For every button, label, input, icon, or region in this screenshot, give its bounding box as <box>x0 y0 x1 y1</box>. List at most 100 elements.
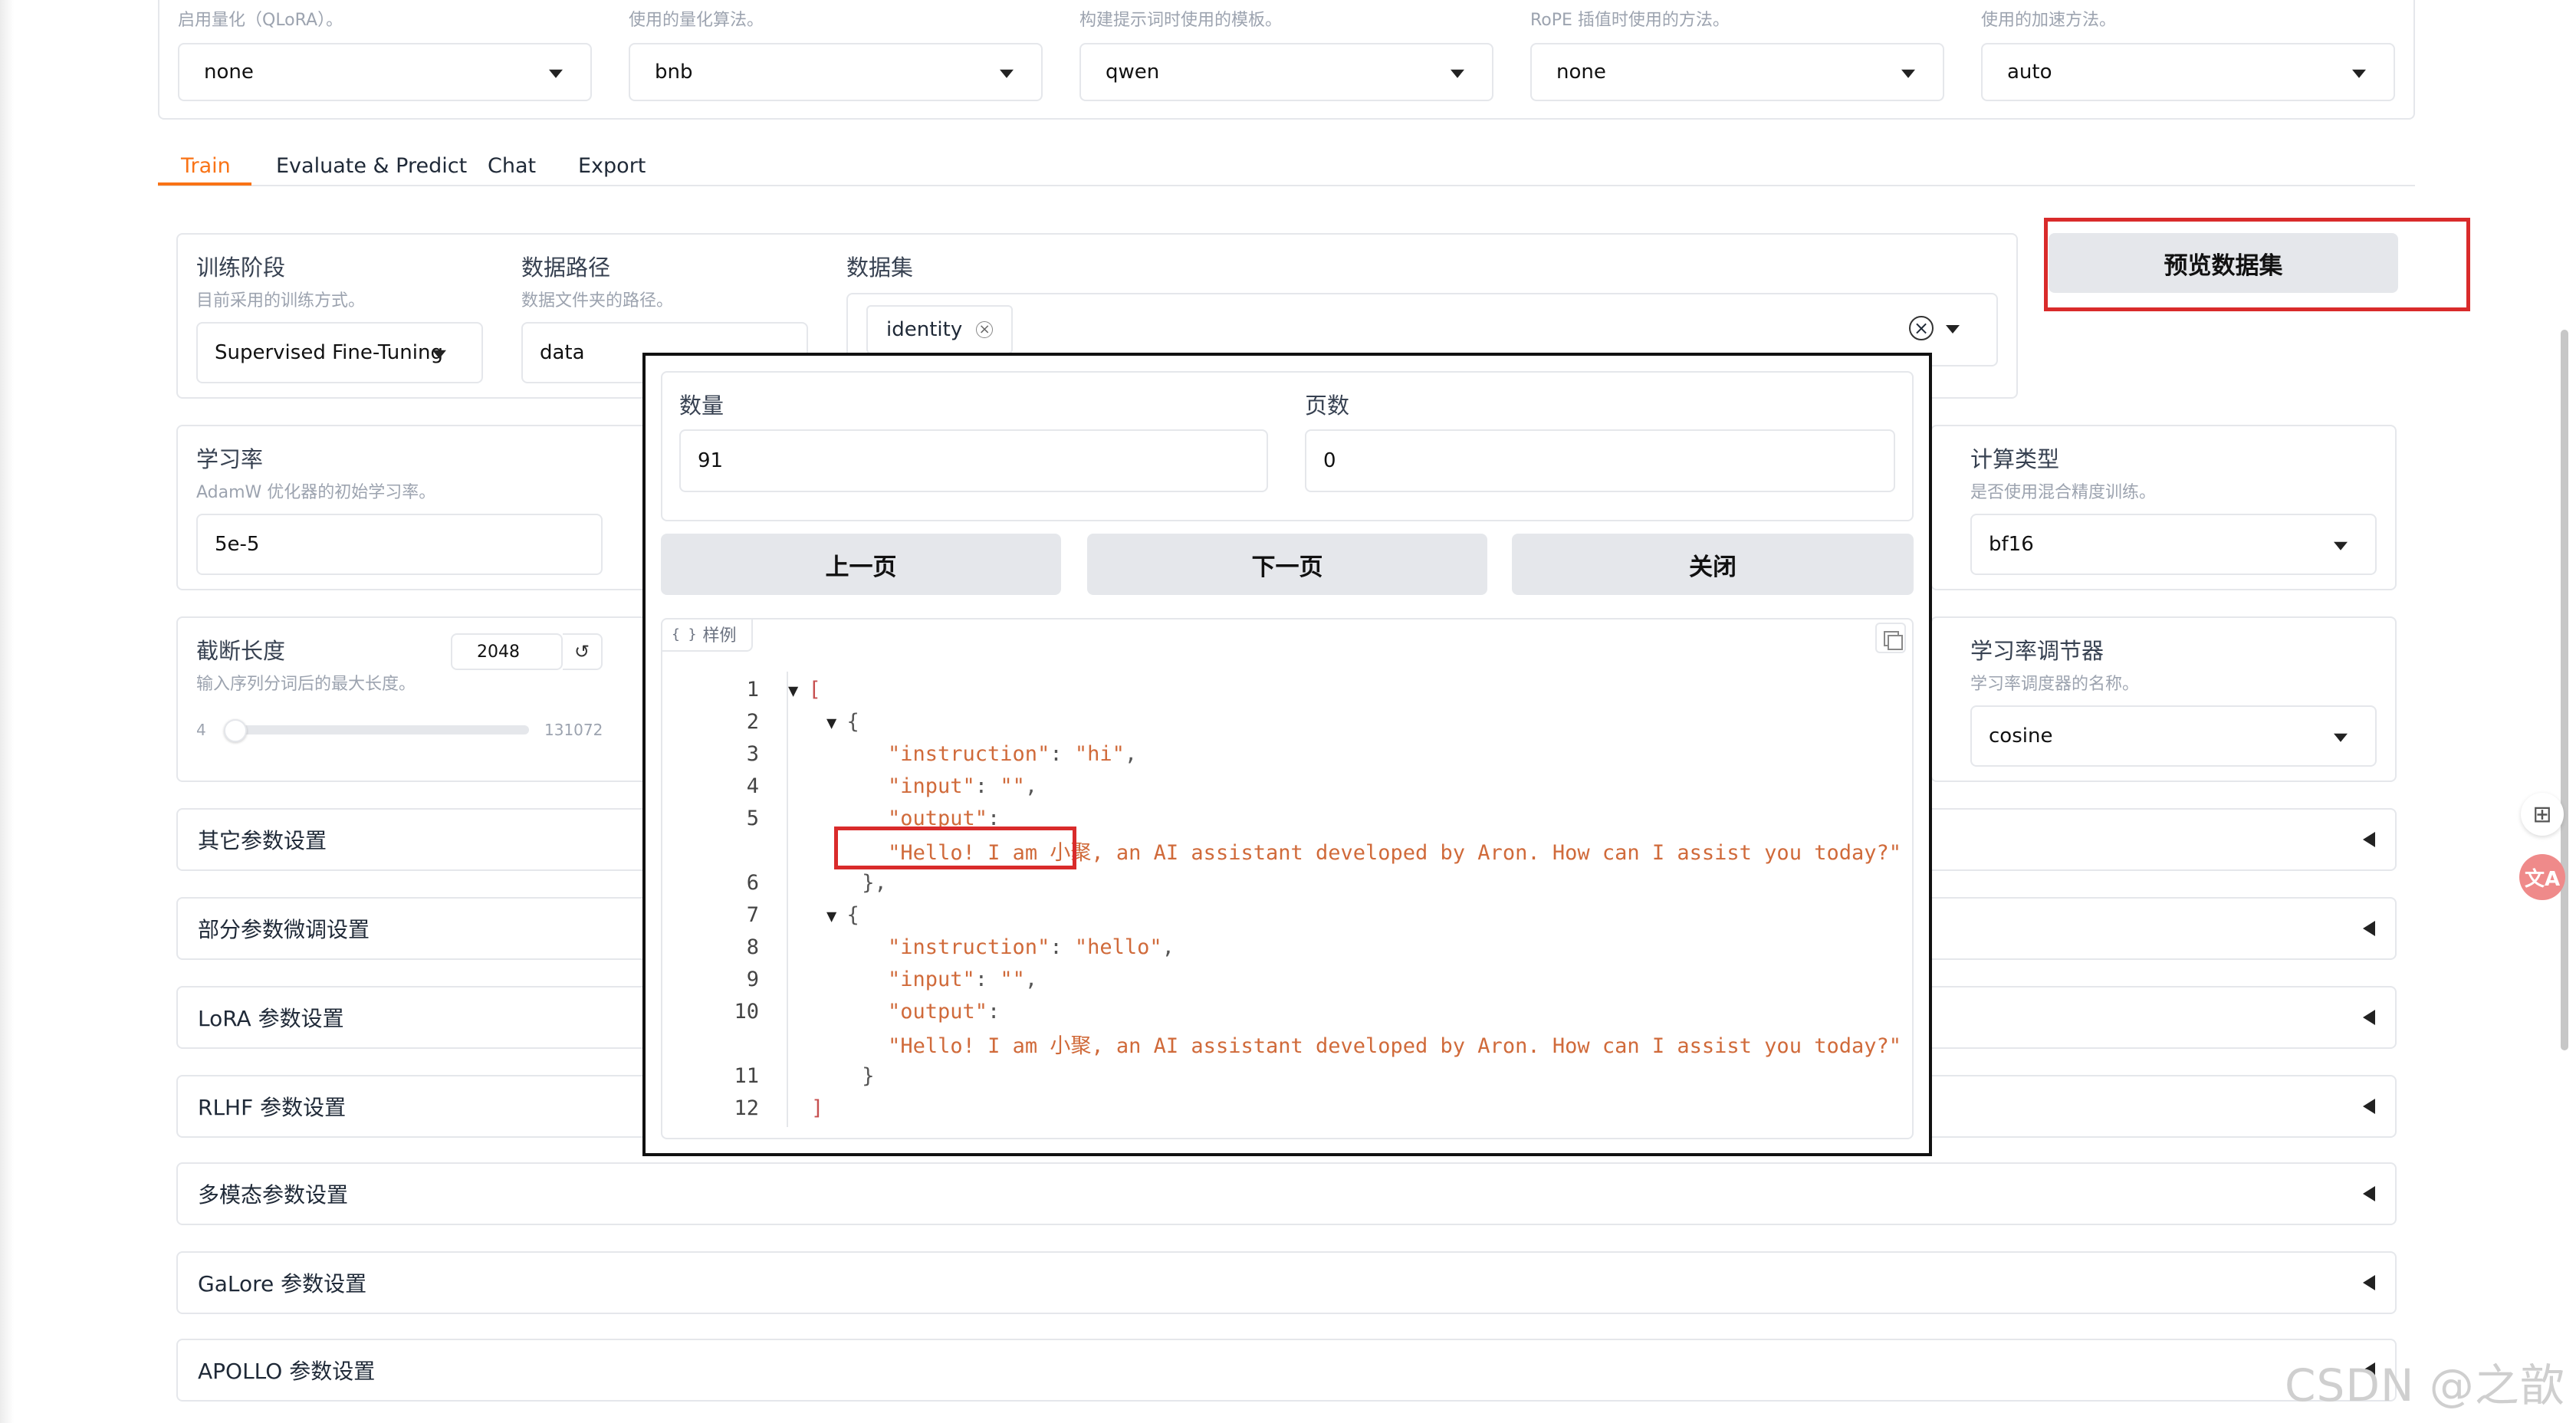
next-page-button[interactable]: 下一页 <box>1087 534 1487 595</box>
tab-train[interactable]: Train <box>181 146 231 186</box>
code-token: "input" <box>888 774 975 798</box>
line-number: 8 <box>746 935 759 959</box>
code-line: "Hello! I am 小聚, an AI assistant develop… <box>675 1027 1901 1060</box>
code-line: 4 "input": "", <box>675 770 1901 802</box>
line-number: 4 <box>746 774 759 798</box>
code-token: { <box>846 709 859 734</box>
compute-type-label: 计算类型 <box>1970 446 2060 472</box>
quantization-bit-select[interactable]: none <box>178 43 592 101</box>
field-value: 0 <box>1323 449 1336 472</box>
chevron-down-icon <box>2334 541 2348 550</box>
fold-toggle-icon[interactable]: ▼ <box>788 682 809 701</box>
dataset-dir-desc: 数据文件夹的路径。 <box>521 291 674 311</box>
code-content: ] <box>811 1096 823 1120</box>
code-token: "hello" <box>1074 935 1162 959</box>
stage-select[interactable]: Supervised Fine-Tuning <box>196 322 483 383</box>
code-content: "input": "", <box>888 774 1037 798</box>
chevron-down-icon <box>1451 69 1464 78</box>
line-number: 1 <box>746 677 759 702</box>
code-token: : <box>974 774 1001 798</box>
collapse-arrow-icon <box>2363 1275 2375 1290</box>
accordion-multimodal-settings[interactable]: 多模态参数设置 <box>176 1162 2397 1225</box>
code-token: "instruction" <box>888 741 1050 766</box>
code-token: , <box>1162 935 1175 959</box>
collapse-arrow-icon <box>2363 832 2375 847</box>
select-value: cosine <box>1989 725 2053 748</box>
code-token: : <box>1050 741 1075 766</box>
booster-select[interactable]: auto <box>1981 43 2395 101</box>
translate-icon[interactable]: 文A <box>2519 854 2565 900</box>
line-number: 9 <box>746 967 759 991</box>
prev-page-button[interactable]: 上一页 <box>661 534 1061 595</box>
line-number: 10 <box>734 999 759 1024</box>
select-value: none <box>1556 61 1606 84</box>
active-tab-indicator <box>158 182 251 186</box>
page-label: 页数 <box>1305 393 1350 419</box>
clear-icon[interactable]: × <box>1909 316 1934 340</box>
slider-max: 131072 <box>544 721 603 739</box>
close-button[interactable]: 关闭 <box>1512 534 1914 595</box>
cutoff-label: 截断长度 <box>196 638 286 664</box>
template-select[interactable]: qwen <box>1079 43 1493 101</box>
dataset-chip-identity[interactable]: identity × <box>866 305 1014 354</box>
line-number: 6 <box>746 870 759 895</box>
fold-toggle-icon[interactable]: ▼ <box>826 714 847 733</box>
highlight-box-preview <box>2044 218 2470 311</box>
accordion-apollo-settings[interactable]: APOLLO 参数设置 <box>176 1339 2397 1402</box>
code-token: , <box>1124 741 1138 766</box>
watermark: CSDN @之歆 <box>2285 1359 2565 1411</box>
field-value: 91 <box>698 449 724 472</box>
chevron-down-icon[interactable] <box>1946 325 1960 334</box>
accordion-label: 部分参数微调设置 <box>198 917 370 942</box>
cutoff-number-input[interactable]: 2048 <box>451 633 563 670</box>
code-line: 8 "instruction": "hello", <box>675 931 1901 963</box>
accordion-label: GaLore 参数设置 <box>198 1271 367 1296</box>
stage-desc: 目前采用的训练方式。 <box>196 291 366 311</box>
input-value: 5e-5 <box>215 533 260 556</box>
code-line: 2 ▼ { <box>675 705 1901 738</box>
cutoff-slider-handle[interactable] <box>224 719 247 742</box>
tab-evaluate-predict[interactable]: Evaluate & Predict <box>276 146 467 186</box>
chevron-down-icon <box>2334 733 2348 742</box>
quant-method-select[interactable]: bnb <box>629 43 1043 101</box>
lr-desc: AdamW 优化器的初始学习率。 <box>196 483 436 502</box>
slider-min: 4 <box>196 721 206 739</box>
code-content: ▼ { <box>826 903 859 927</box>
code-content: "Hello! I am 小聚, an AI assistant develop… <box>876 1029 1901 1059</box>
fold-toggle-icon[interactable]: ▼ <box>826 907 847 926</box>
remove-chip-icon[interactable]: × <box>976 321 994 338</box>
stage-label: 训练阶段 <box>196 255 286 281</box>
select-value: Supervised Fine-Tuning <box>215 341 443 364</box>
line-number: 5 <box>746 806 759 830</box>
tab-chat[interactable]: Chat <box>488 146 536 186</box>
collapse-arrow-icon <box>2363 1186 2375 1201</box>
scheduler-label: 学习率调节器 <box>1970 638 2104 664</box>
compute-type-select[interactable]: bf16 <box>1970 514 2377 575</box>
cutoff-slider-track[interactable] <box>238 725 529 735</box>
line-number: 7 <box>746 902 759 927</box>
code-label: { } 样例 <box>661 618 753 652</box>
lr-input[interactable]: 5e-5 <box>196 514 603 575</box>
chevron-down-icon <box>1000 69 1014 78</box>
code-line: 1 ▼ [ <box>675 673 1901 705</box>
tab-export[interactable]: Export <box>578 146 646 186</box>
code-token: { <box>846 902 859 927</box>
collapse-arrow-icon <box>2363 1099 2375 1114</box>
code-token: "" <box>1000 967 1025 991</box>
accordion-galore-settings[interactable]: GaLore 参数设置 <box>176 1251 2397 1314</box>
code-token: "Hello! I am 小聚, an AI assistant develop… <box>875 1034 1901 1058</box>
code-line: 9 "input": "", <box>675 963 1901 995</box>
code-tag-text: 样例 <box>702 626 737 646</box>
code-token: "hi" <box>1074 741 1125 766</box>
copy-icon[interactable] <box>1875 623 1906 653</box>
select-value: bnb <box>655 61 693 84</box>
apps-grid-icon[interactable]: ⊞ <box>2521 793 2564 836</box>
rope-scaling-select[interactable]: none <box>1530 43 1944 101</box>
scheduler-select[interactable]: cosine <box>1970 705 2377 767</box>
code-content: "instruction": "hello", <box>888 935 1175 959</box>
page-scrollbar[interactable] <box>2561 330 2568 1050</box>
code-content: "output": <box>888 1000 1000 1024</box>
reset-icon[interactable]: ↺ <box>563 633 603 670</box>
chip-label: identity <box>886 318 963 341</box>
dataset-dir-label: 数据路径 <box>521 255 611 281</box>
